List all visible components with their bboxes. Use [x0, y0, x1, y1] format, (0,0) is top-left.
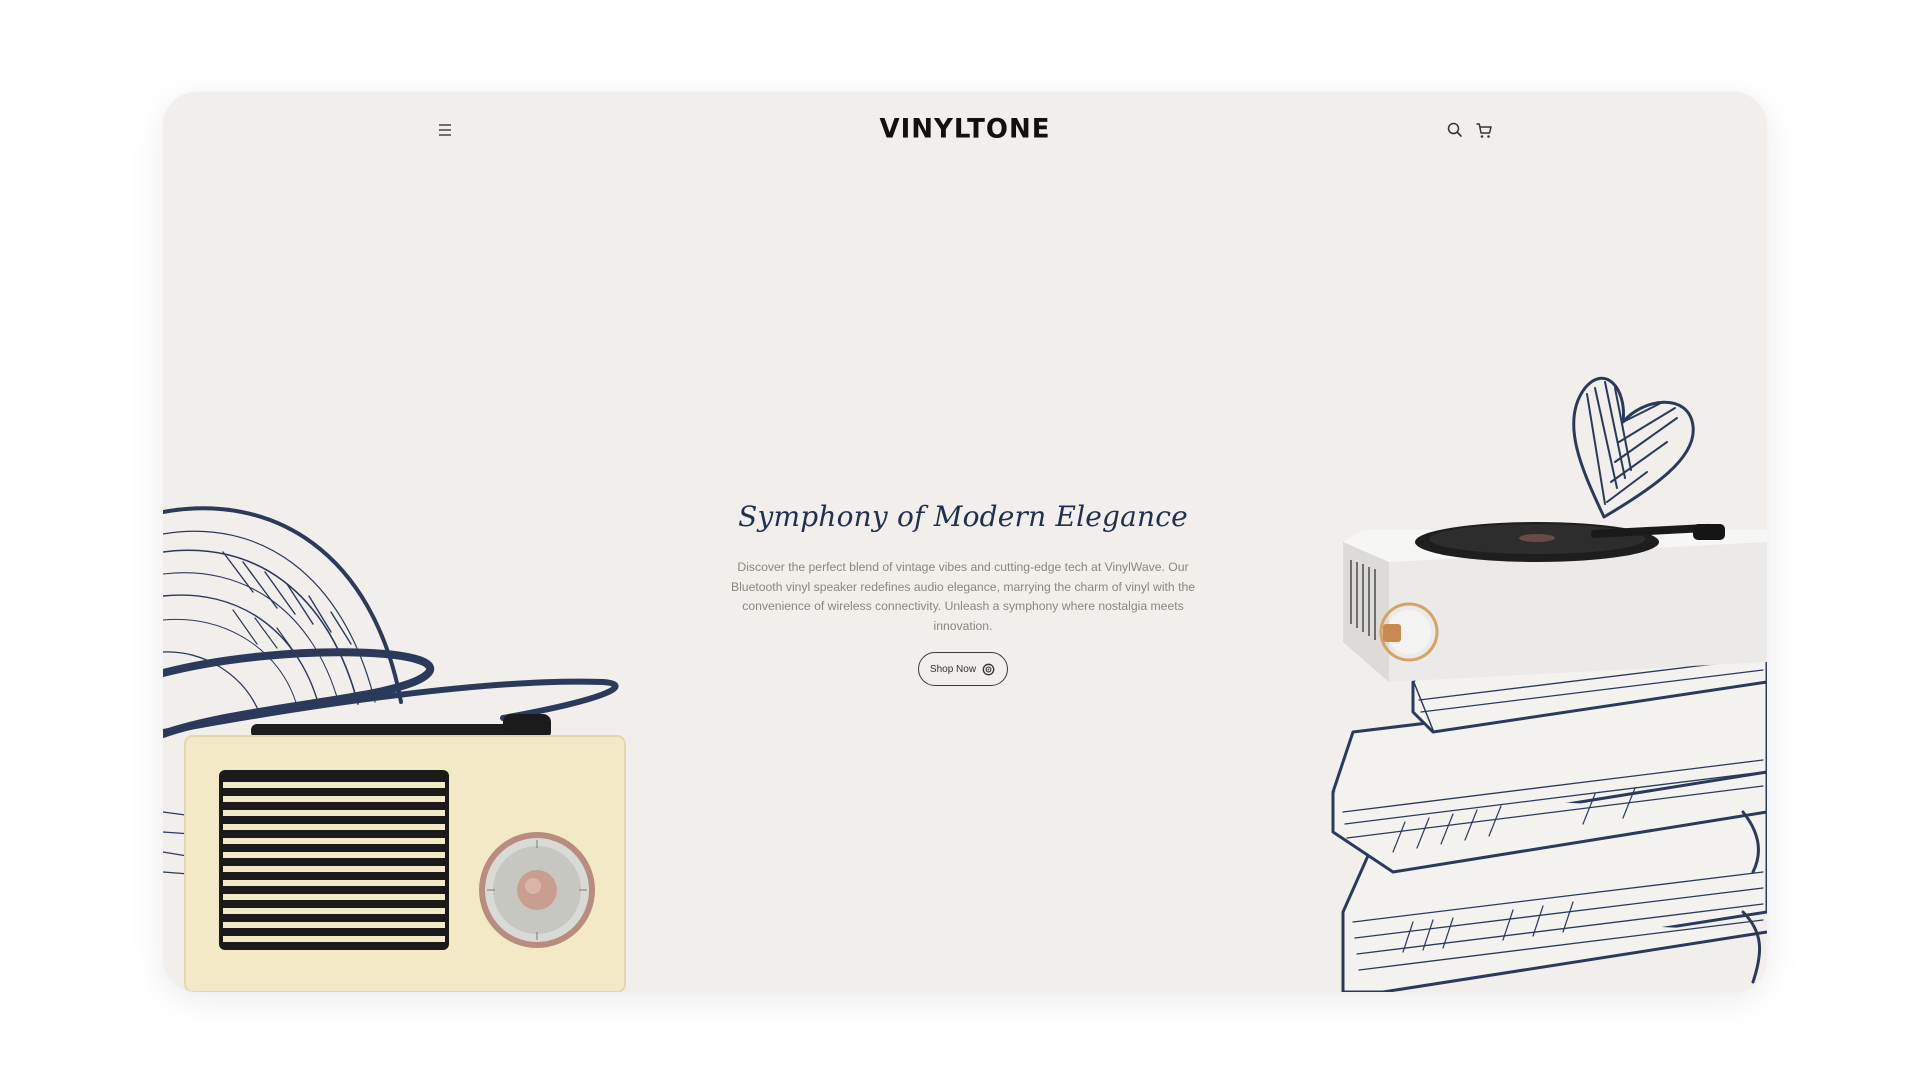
search-icon: [1447, 122, 1462, 137]
shop-now-button[interactable]: Shop Now: [917, 652, 1009, 687]
hero-content: Symphony of Modern Elegance Discover the…: [693, 492, 1233, 687]
vinyl-record-icon: [982, 663, 995, 676]
cart-button[interactable]: [1470, 116, 1498, 144]
brand-logo-text: VINYLTONE: [879, 113, 1051, 145]
brand-logo[interactable]: VINYLTONE: [163, 106, 1767, 152]
shopping-cart-icon: [1476, 123, 1492, 138]
page-backdrop: VINYLTONE Symphony of Modern Elegance Di…: [0, 0, 1920, 1080]
hero-section: VINYLTONE Symphony of Modern Elegance Di…: [163, 92, 1767, 992]
hero-description: Discover the perfect blend of vintage vi…: [730, 560, 1196, 633]
search-button[interactable]: [1441, 116, 1469, 144]
sketched-vinyl-radio-illustration: [163, 506, 626, 992]
shop-now-label: Shop Now: [929, 663, 977, 675]
hero-title: Symphony of Modern Elegance: [738, 500, 1188, 533]
sketched-books-turntable-illustration: [1331, 376, 1767, 992]
